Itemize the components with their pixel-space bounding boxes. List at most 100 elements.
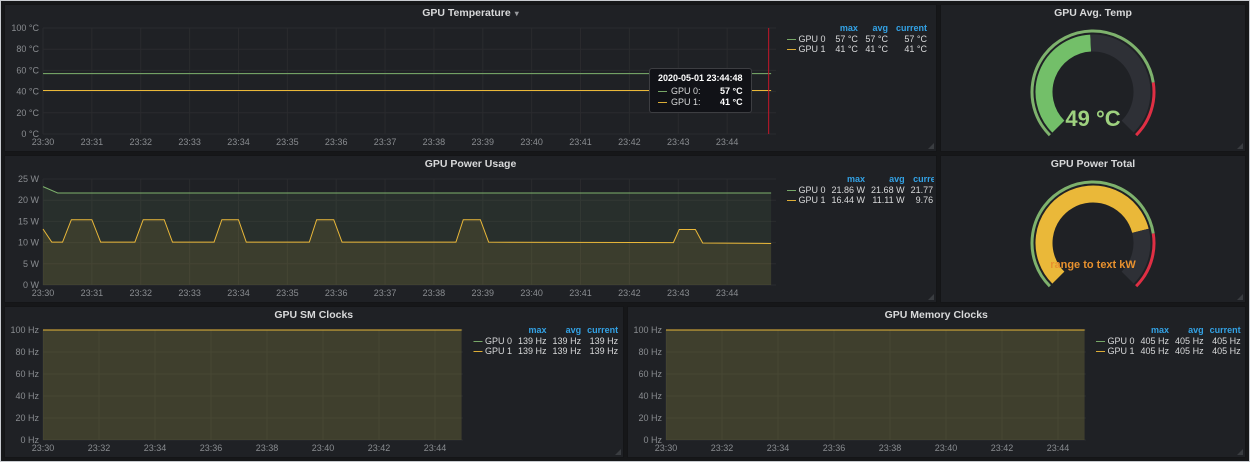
gpu-temperature-chart[interactable]: 23:3023:3123:3223:3323:3423:3523:3623:37… bbox=[7, 22, 784, 149]
chart-svg: 23:3023:3223:3423:3623:3823:4023:4223:44… bbox=[7, 324, 471, 455]
panel-title-gpu-memory-clocks[interactable]: GPU Memory Clocks bbox=[628, 307, 1246, 324]
gpu-power-total-gauge: range to text kW bbox=[943, 173, 1243, 300]
legend-header[interactable]: avg bbox=[1172, 325, 1207, 336]
panel-gpu-avg-temp: GPU Avg. Temp 49 °C bbox=[940, 4, 1246, 152]
legend-table: maxavgcurrent— GPU 021.86 W21.68 W21.77 … bbox=[784, 174, 934, 205]
x-axis-label: 23:42 bbox=[990, 443, 1013, 453]
panel-body: range to text kW bbox=[941, 173, 1245, 302]
y-axis-label: 25 W bbox=[18, 174, 40, 184]
y-axis-label: 100 Hz bbox=[10, 325, 39, 335]
gpu-memory-clocks-legend: maxavgcurrent— GPU 0405 Hz405 Hz405 Hz— … bbox=[1093, 324, 1243, 455]
panel-title-gpu-power-total[interactable]: GPU Power Total bbox=[941, 156, 1245, 173]
legend-series-name[interactable]: — GPU 1 bbox=[471, 346, 516, 356]
gauge-svg bbox=[943, 173, 1243, 301]
x-axis-label: 23:34 bbox=[144, 443, 167, 453]
legend-header[interactable]: avg bbox=[868, 174, 908, 185]
x-axis-label: 23:36 bbox=[325, 288, 348, 298]
legend-max-value: 57 °C bbox=[831, 34, 861, 44]
legend-current-value: 57 °C bbox=[891, 34, 930, 44]
legend-header[interactable]: avg bbox=[550, 325, 585, 336]
x-axis-label: 23:34 bbox=[227, 288, 250, 298]
legend-series-name[interactable]: — GPU 1 bbox=[1093, 346, 1138, 356]
panel-resize-handle[interactable] bbox=[928, 294, 934, 300]
legend-series-name[interactable]: — GPU 1 bbox=[784, 195, 829, 205]
legend-header[interactable]: max bbox=[515, 325, 550, 336]
panel-menu-caret-icon[interactable]: ▾ bbox=[515, 9, 519, 18]
panel-resize-handle[interactable] bbox=[928, 143, 934, 149]
gpu-power-usage-chart[interactable]: 23:3023:3123:3223:3323:3423:3523:3623:37… bbox=[7, 173, 784, 300]
legend-series-name[interactable]: — GPU 0 bbox=[471, 336, 516, 346]
y-axis-label: 40 °C bbox=[16, 87, 39, 97]
x-axis-label: 23:38 bbox=[423, 288, 446, 298]
y-axis-label: 20 Hz bbox=[15, 413, 39, 423]
legend-header[interactable]: current bbox=[908, 174, 934, 185]
legend-max-value: 41 °C bbox=[831, 44, 861, 54]
dashboard-row-2: GPU Power Usage 23:3023:3123:3223:3323:3… bbox=[4, 155, 1246, 303]
gpu-sm-clocks-chart[interactable]: 23:3023:3223:3423:3623:3823:4023:4223:44… bbox=[7, 324, 471, 455]
legend-table: maxavgcurrent— GPU 0139 Hz139 Hz139 Hz— … bbox=[471, 325, 621, 356]
x-axis-label: 23:32 bbox=[129, 288, 152, 298]
panel-title-gpu-power-usage[interactable]: GPU Power Usage bbox=[5, 156, 936, 173]
panel-resize-handle[interactable] bbox=[1237, 294, 1243, 300]
gpu-power-usage-legend: maxavgcurrent— GPU 021.86 W21.68 W21.77 … bbox=[784, 173, 934, 300]
legend-current-value: 405 Hz bbox=[1207, 336, 1243, 346]
legend-max-value: 16.44 W bbox=[829, 195, 869, 205]
y-axis-label: 0 Hz bbox=[643, 435, 662, 445]
legend-avg-value: 405 Hz bbox=[1172, 346, 1207, 356]
y-axis-label: 60 Hz bbox=[15, 369, 39, 379]
x-axis-label: 23:44 bbox=[716, 288, 739, 298]
panel-gpu-sm-clocks: GPU SM Clocks 23:3023:3223:3423:3623:382… bbox=[4, 306, 624, 458]
y-axis-label: 20 °C bbox=[16, 108, 39, 118]
legend-series-name[interactable]: — GPU 1 bbox=[784, 44, 831, 54]
legend-header[interactable]: max bbox=[829, 174, 869, 185]
panel-title-gpu-sm-clocks[interactable]: GPU SM Clocks bbox=[5, 307, 623, 324]
panel-resize-handle[interactable] bbox=[1237, 449, 1243, 455]
gpu-memory-clocks-chart[interactable]: 23:3023:3223:3423:3623:3823:4023:4223:44… bbox=[630, 324, 1094, 455]
legend-header[interactable]: max bbox=[831, 23, 861, 34]
legend-series-name[interactable]: — GPU 0 bbox=[784, 185, 829, 195]
y-axis-label: 80 °C bbox=[16, 44, 39, 54]
panel-body: 23:3023:3223:3423:3623:3823:4023:4223:44… bbox=[628, 324, 1246, 457]
x-axis-label: 23:42 bbox=[368, 443, 391, 453]
legend-header[interactable]: max bbox=[1138, 325, 1173, 336]
legend-series-name[interactable]: — GPU 0 bbox=[784, 34, 831, 44]
panel-title-text: GPU Temperature bbox=[422, 7, 511, 19]
y-axis-label: 0 Hz bbox=[20, 435, 39, 445]
panel-resize-handle[interactable] bbox=[1237, 143, 1243, 149]
y-axis-label: 15 W bbox=[18, 216, 40, 226]
x-axis-label: 23:40 bbox=[520, 137, 543, 147]
y-axis-label: 0 °C bbox=[21, 129, 39, 139]
y-axis-label: 40 Hz bbox=[15, 391, 39, 401]
panel-title-gpu-avg-temp[interactable]: GPU Avg. Temp bbox=[941, 5, 1245, 22]
graph-tooltip: 2020-05-01 23:44:48 — GPU 0: 57 °C — GPU… bbox=[649, 68, 752, 113]
legend-avg-value: 21.68 W bbox=[868, 185, 908, 195]
legend-header[interactable]: current bbox=[584, 325, 620, 336]
panel-title-gpu-temperature[interactable]: GPU Temperature ▾ bbox=[5, 5, 936, 22]
x-axis-label: 23:32 bbox=[129, 137, 152, 147]
tooltip-series-value: 41 °C bbox=[710, 97, 743, 107]
legend-avg-value: 139 Hz bbox=[550, 336, 585, 346]
legend-series-name[interactable]: — GPU 0 bbox=[1093, 336, 1138, 346]
x-axis-label: 23:35 bbox=[276, 288, 299, 298]
grafana-dashboard: GPU Temperature ▾ 23:3023:3123:3223:3323:… bbox=[0, 0, 1250, 462]
x-axis-label: 23:43 bbox=[667, 288, 690, 298]
x-axis-label: 23:44 bbox=[1046, 443, 1069, 453]
legend-header[interactable]: current bbox=[891, 23, 930, 34]
legend-current-value: 139 Hz bbox=[584, 346, 620, 356]
x-axis-label: 23:44 bbox=[716, 137, 739, 147]
gauge-value: range to text kW bbox=[943, 259, 1243, 271]
x-axis-label: 23:40 bbox=[520, 288, 543, 298]
legend-row: — GPU 021.86 W21.68 W21.77 W bbox=[784, 185, 934, 195]
x-axis-label: 23:31 bbox=[81, 288, 104, 298]
gpu-temperature-legend: maxavgcurrent— GPU 057 °C57 °C57 °C— GPU… bbox=[784, 22, 934, 149]
panel-body: 23:3023:3123:3223:3323:3423:3523:3623:37… bbox=[5, 22, 936, 151]
tooltip-series-label: GPU 1: bbox=[671, 97, 701, 107]
legend-max-value: 139 Hz bbox=[515, 346, 550, 356]
panel-resize-handle[interactable] bbox=[615, 449, 621, 455]
legend-row: — GPU 116.44 W11.11 W9.76 W bbox=[784, 195, 934, 205]
x-axis-label: 23:43 bbox=[667, 137, 690, 147]
x-axis-label: 23:34 bbox=[766, 443, 789, 453]
legend-header[interactable]: avg bbox=[861, 23, 891, 34]
tooltip-series-label: GPU 0: bbox=[671, 86, 701, 96]
legend-header[interactable]: current bbox=[1207, 325, 1243, 336]
